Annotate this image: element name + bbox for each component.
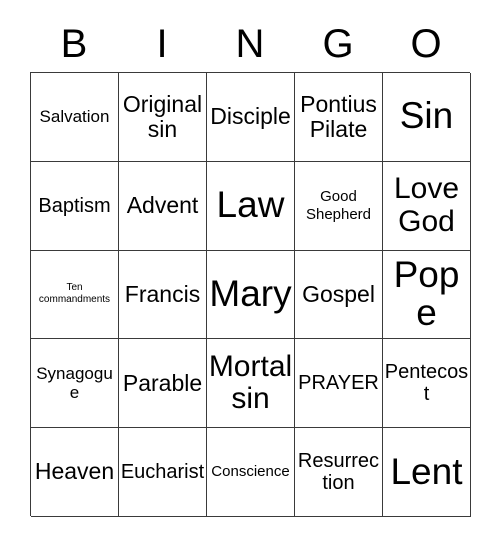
bingo-cell-label: Pentecost [384, 361, 469, 406]
bingo-cell[interactable]: Pontius Pilate [295, 73, 383, 162]
bingo-cell[interactable]: Mary [207, 250, 295, 340]
bingo-header-letter-g: G [322, 22, 354, 66]
bingo-cell-label: Disciple [210, 103, 291, 130]
bingo-cell[interactable]: Baptism [31, 161, 119, 251]
bingo-cell-label: Sin [399, 95, 454, 137]
bingo-cell-label: Pope [393, 253, 460, 334]
bingo-cell-label: PRAYER [298, 372, 379, 395]
bingo-cell[interactable]: Synagogue [31, 339, 119, 429]
bingo-cell-label: Pontius Pilate [300, 90, 377, 142]
bingo-grid: Salvation Original sin Disciple Pontius Pil… [30, 72, 471, 517]
bingo-cell[interactable]: Salvation [31, 73, 119, 162]
bingo-cell-label: Baptism [38, 194, 111, 217]
bingo-cell-label: Parable [122, 369, 203, 396]
bingo-cell[interactable]: Disciple [207, 73, 295, 162]
bingo-cell-label: Ten commandments [38, 282, 111, 306]
bingo-cell-label: Good Shepherd [305, 188, 372, 223]
bingo-cell-label: Mary [209, 273, 292, 315]
bingo-cell[interactable]: Law [207, 161, 295, 251]
bingo-cell[interactable]: Pentecost [383, 339, 471, 429]
bingo-header-letter-o: O [410, 22, 442, 66]
bingo-cell[interactable]: Love God [383, 161, 471, 251]
bingo-cell[interactable]: Parable [119, 339, 207, 429]
bingo-cell[interactable]: PRAYER [295, 339, 383, 429]
bingo-cell[interactable]: Conscience [207, 428, 295, 517]
bingo-cell-label: Heaven [34, 458, 115, 485]
bingo-cell[interactable]: Ten commandments [31, 250, 119, 340]
bingo-cell-label: Lent [390, 450, 463, 492]
bingo-cell[interactable]: Heaven [31, 428, 119, 517]
bingo-cell-label: Eucharist [120, 461, 205, 484]
bingo-header-letter-n: N [235, 22, 265, 66]
bingo-cell-label: Law [216, 184, 285, 226]
bingo-cell[interactable]: Mortal sin [207, 339, 295, 429]
bingo-cell-label: Salvation [39, 107, 110, 127]
bingo-cell[interactable]: Pope [383, 250, 471, 340]
bingo-header-row: BINGO [30, 16, 470, 72]
bingo-cell-label: Gospel [302, 280, 375, 307]
bingo-cell[interactable]: Resurrection [295, 428, 383, 517]
bingo-cell-label: Francis [124, 280, 201, 307]
bingo-cell-label: Advent [126, 192, 199, 219]
bingo-cell[interactable]: Gospel [295, 250, 383, 340]
bingo-cell-label: Mortal sin [208, 349, 293, 416]
bingo-header-letter-i: I [156, 22, 168, 66]
bingo-cell-label: Conscience [211, 463, 290, 481]
bingo-cell[interactable]: Sin [383, 73, 471, 162]
bingo-cell[interactable]: Advent [119, 161, 207, 251]
bingo-cell[interactable]: Francis [119, 250, 207, 340]
bingo-cell[interactable]: Original sin [119, 73, 207, 162]
bingo-cell-label: Resurrection [297, 450, 380, 495]
bingo-cell[interactable]: Lent [383, 428, 471, 517]
bingo-cell-label: Synagogue [36, 364, 113, 403]
bingo-header-letter-b: B [60, 22, 88, 66]
bingo-cell-label: Love God [393, 172, 460, 238]
bingo-cell[interactable]: Good Shepherd [295, 161, 383, 251]
bingo-card: B I N G O Salvation Original sin Disciple Ponti… [0, 0, 500, 544]
bingo-cell[interactable]: Eucharist [119, 428, 207, 517]
bingo-cell-label: Original sin [122, 90, 203, 142]
